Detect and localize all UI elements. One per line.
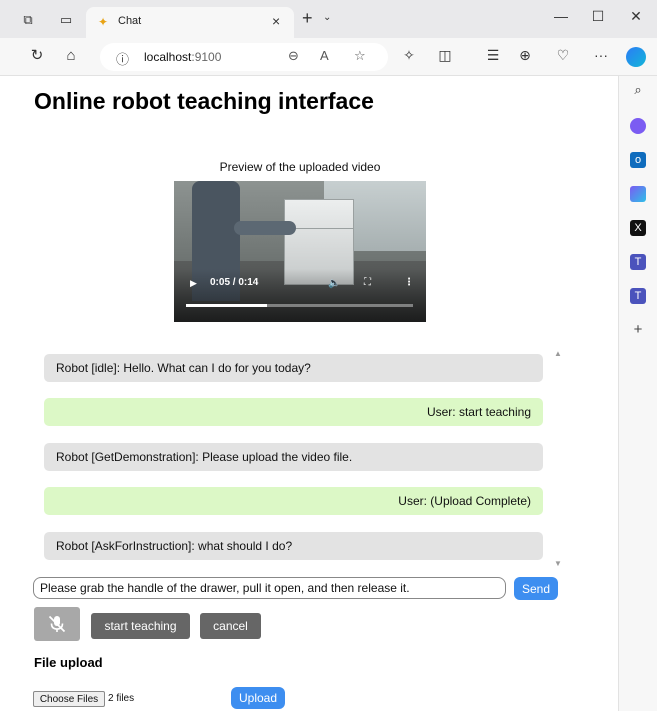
chat-message-robot: Robot [AskForInstruction]: what should I… [44,532,543,560]
close-icon[interactable]: ✕ [626,8,646,25]
mic-off-icon [48,615,66,633]
browser-address-bar: ↻ ⌂ ⓘ localhost:9100 ⊖ A ☆ ✧ ◫ ☰ ⊕ ♡ ··· [0,38,657,76]
video-progress-fill [186,304,268,307]
url-port: :9100 [191,50,222,64]
scroll-up-arrow[interactable]: ▲ [554,349,562,358]
fullscreen-icon[interactable]: ⛶ [364,277,371,288]
new-tab-icon[interactable]: + [302,8,313,29]
chat-log[interactable]: Robot [idle]: Hello. What can I do for y… [34,345,568,569]
browser-sidebar: ⌕ o X T T + [618,76,657,711]
start-teaching-button[interactable]: start teaching [91,613,190,639]
video-time-display: 0:05 / 0:14 [210,277,259,288]
file-upload-heading: File upload [34,655,103,670]
chat-message-robot: Robot [idle]: Hello. What can I do for y… [44,354,543,382]
send-button[interactable]: Send [514,577,558,600]
favicon-icon: ✦ [98,15,109,29]
tab-close-icon[interactable]: × [272,13,280,29]
collections-icon[interactable]: ⊕ [516,47,534,64]
upload-button[interactable]: Upload [231,687,285,709]
info-icon[interactable]: ⓘ [116,49,129,68]
url-field[interactable]: ⓘ localhost:9100 ⊖ A ☆ [100,43,388,71]
message-input[interactable] [33,577,506,599]
designer-icon[interactable] [630,186,646,202]
read-aloud-icon[interactable]: A [320,48,329,63]
chat-message-robot: Robot [GetDemonstration]: Please upload … [44,443,543,471]
teams-icon[interactable]: T [630,254,646,270]
scroll-down-arrow[interactable]: ▼ [554,559,562,568]
video-player[interactable]: ▶ 0:05 / 0:14 🔈 ⛶ ⋮ [174,181,426,322]
browser-titlebar: ⧉ ▭ ✦ Chat × + ⌄ — ☐ ✕ [0,0,657,38]
maximize-icon[interactable]: ☐ [588,8,608,25]
copilot-icon[interactable] [626,47,646,67]
teams-alt-icon[interactable]: T [630,288,646,304]
video-progress-track[interactable] [186,304,413,307]
video-more-icon[interactable]: ⋮ [404,277,414,288]
add-icon[interactable]: + [630,322,646,338]
video-frame-arm [234,221,296,235]
choose-files-button[interactable]: Choose Files [33,691,105,707]
split-screen-icon[interactable]: ◫ [436,47,454,64]
extensions-icon[interactable]: ✧ [400,47,418,64]
more-icon[interactable]: ··· [592,47,610,63]
page-title: Online robot teaching interface [34,88,374,114]
tab-title: Chat [118,15,142,27]
favorites-icon[interactable]: ☰ [484,47,502,64]
video-preview-label: Preview of the uploaded video [219,160,381,174]
outlook-icon[interactable]: o [630,152,646,168]
cancel-button[interactable]: cancel [200,613,261,639]
chat-message-user: User: (Upload Complete) [44,487,543,515]
copilot-sidebar-icon[interactable] [630,118,646,134]
mic-button[interactable] [34,607,80,641]
favorite-star-icon[interactable]: ☆ [354,48,366,64]
url-host: localhost [144,50,192,64]
tab-chat[interactable]: ✦ Chat × [86,7,294,38]
browser-essentials-icon[interactable]: ♡ [554,47,572,64]
workspaces-icon[interactable]: ⧉ [20,12,36,28]
x-twitter-icon[interactable]: X [630,220,646,236]
file-count-label: 2 files [108,693,135,704]
volume-icon[interactable]: 🔈 [328,278,340,289]
refresh-icon[interactable]: ↻ [28,47,46,65]
chat-message-user: User: start teaching [44,398,543,426]
home-icon[interactable]: ⌂ [62,47,80,65]
chevron-down-icon[interactable]: ⌄ [323,12,331,23]
zoom-out-icon[interactable]: ⊖ [288,48,299,64]
search-icon[interactable]: ⌕ [630,82,646,98]
play-icon[interactable]: ▶ [190,278,197,289]
url-text: localhost:9100 [144,50,221,64]
minimize-icon[interactable]: — [551,8,571,24]
tab-actions-icon[interactable]: ▭ [58,12,74,28]
